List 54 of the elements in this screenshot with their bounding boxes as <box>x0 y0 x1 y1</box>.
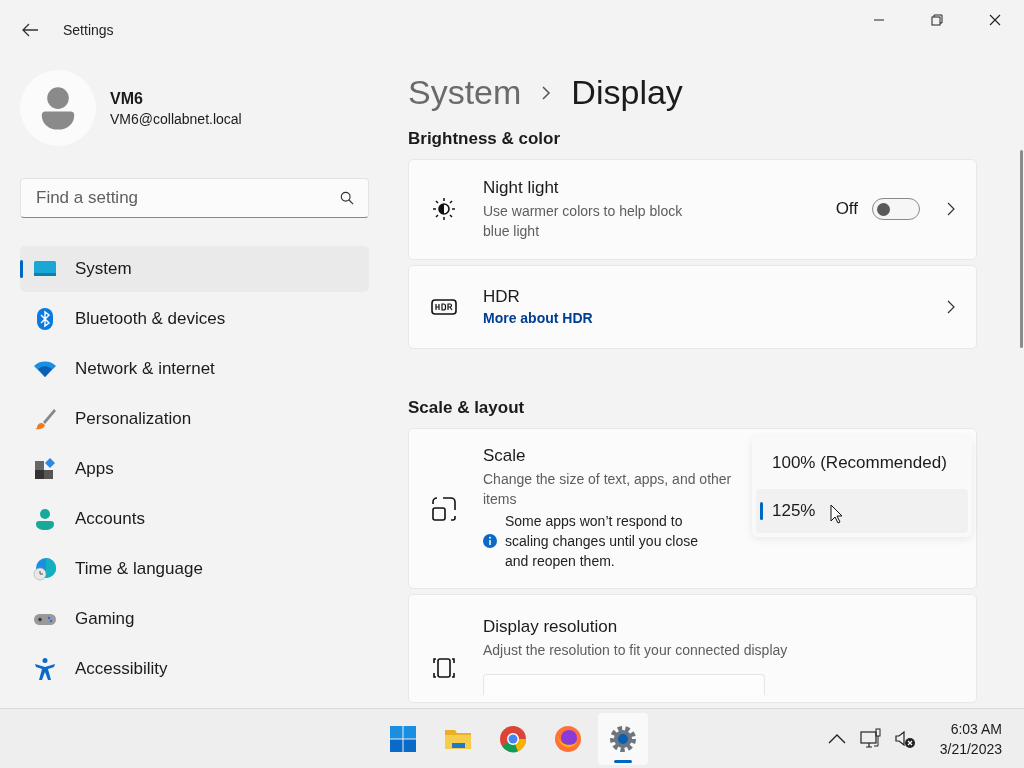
section-heading: Scale & layout <box>408 398 526 419</box>
restore-icon[interactable] <box>931 14 943 26</box>
dropdown-option[interactable]: 100% (Recommended) <box>756 441 968 486</box>
setting-description: Use warmer colors to help block blue light <box>483 201 684 241</box>
clock-date[interactable]: 3/21/2023 <box>939 738 1002 759</box>
sidebar-item[interactable]: Personalization <box>20 396 369 442</box>
info-note: Some apps won’t respond to scaling changes until you close and reopen them. <box>505 512 699 572</box>
setting-description: Adjust the resolution to fit your connected display <box>483 641 789 661</box>
breadcrumb-link[interactable]: System <box>408 73 522 113</box>
paintbrush-icon <box>33 407 57 431</box>
setting-title: HDR <box>483 287 520 308</box>
section-heading: Brightness & color <box>408 129 562 150</box>
person-icon <box>33 507 57 531</box>
person-icon <box>40 86 76 130</box>
chrome-icon <box>498 724 528 754</box>
clock-time[interactable]: 6:03 AM <box>950 718 1002 739</box>
search-field[interactable]: Find a setting <box>20 178 369 218</box>
sidebar-item[interactable]: Network & internet <box>20 346 369 392</box>
network-monitor-icon[interactable] <box>859 727 882 750</box>
sun-icon <box>431 196 457 223</box>
setting-title: Display resolution <box>483 617 618 638</box>
toggle-switch[interactable] <box>872 198 920 221</box>
start-icon <box>388 724 418 754</box>
close-icon[interactable] <box>989 14 1001 26</box>
link[interactable]: More about HDR <box>483 310 944 327</box>
scrollbar-thumb[interactable] <box>1020 150 1023 348</box>
info-icon <box>483 534 497 549</box>
resize-icon <box>431 495 457 522</box>
setting-title: Night light <box>483 177 559 198</box>
window-title: Settings <box>63 22 114 38</box>
search-input[interactable]: Find a setting <box>34 179 340 217</box>
sidebar-item[interactable]: Apps <box>20 446 369 492</box>
dropdown-field[interactable] <box>483 674 765 696</box>
setting-description: Change the size of text, apps, and other items <box>483 470 733 510</box>
sidebar-item[interactable]: System <box>20 246 369 292</box>
mouse-pointer-icon <box>830 504 844 525</box>
globe-clock-icon <box>33 557 57 581</box>
sidebar-item[interactable]: Gaming <box>20 596 369 642</box>
accessibility-icon <box>33 657 57 681</box>
taskbar-app[interactable] <box>598 713 648 765</box>
dropdown-option[interactable]: 125% <box>756 489 968 534</box>
toggle-state: Off <box>835 199 858 220</box>
sidebar-item[interactable]: Accessibility <box>20 646 369 692</box>
gear-icon <box>608 724 638 754</box>
firefox-icon <box>553 724 583 754</box>
sidebar-item[interactable]: Time & language <box>20 546 369 592</box>
page-title: Display <box>571 73 683 113</box>
sidebar-item[interactable]: Bluetooth & devices <box>20 296 369 342</box>
apps-icon <box>33 457 57 481</box>
sidebar-item[interactable]: Accounts <box>20 496 369 542</box>
user-email: VM6@collabnet.local <box>110 110 242 127</box>
setting-title: Scale <box>483 446 526 467</box>
search-icon[interactable] <box>340 191 354 205</box>
user-name: VM6 <box>110 89 144 108</box>
